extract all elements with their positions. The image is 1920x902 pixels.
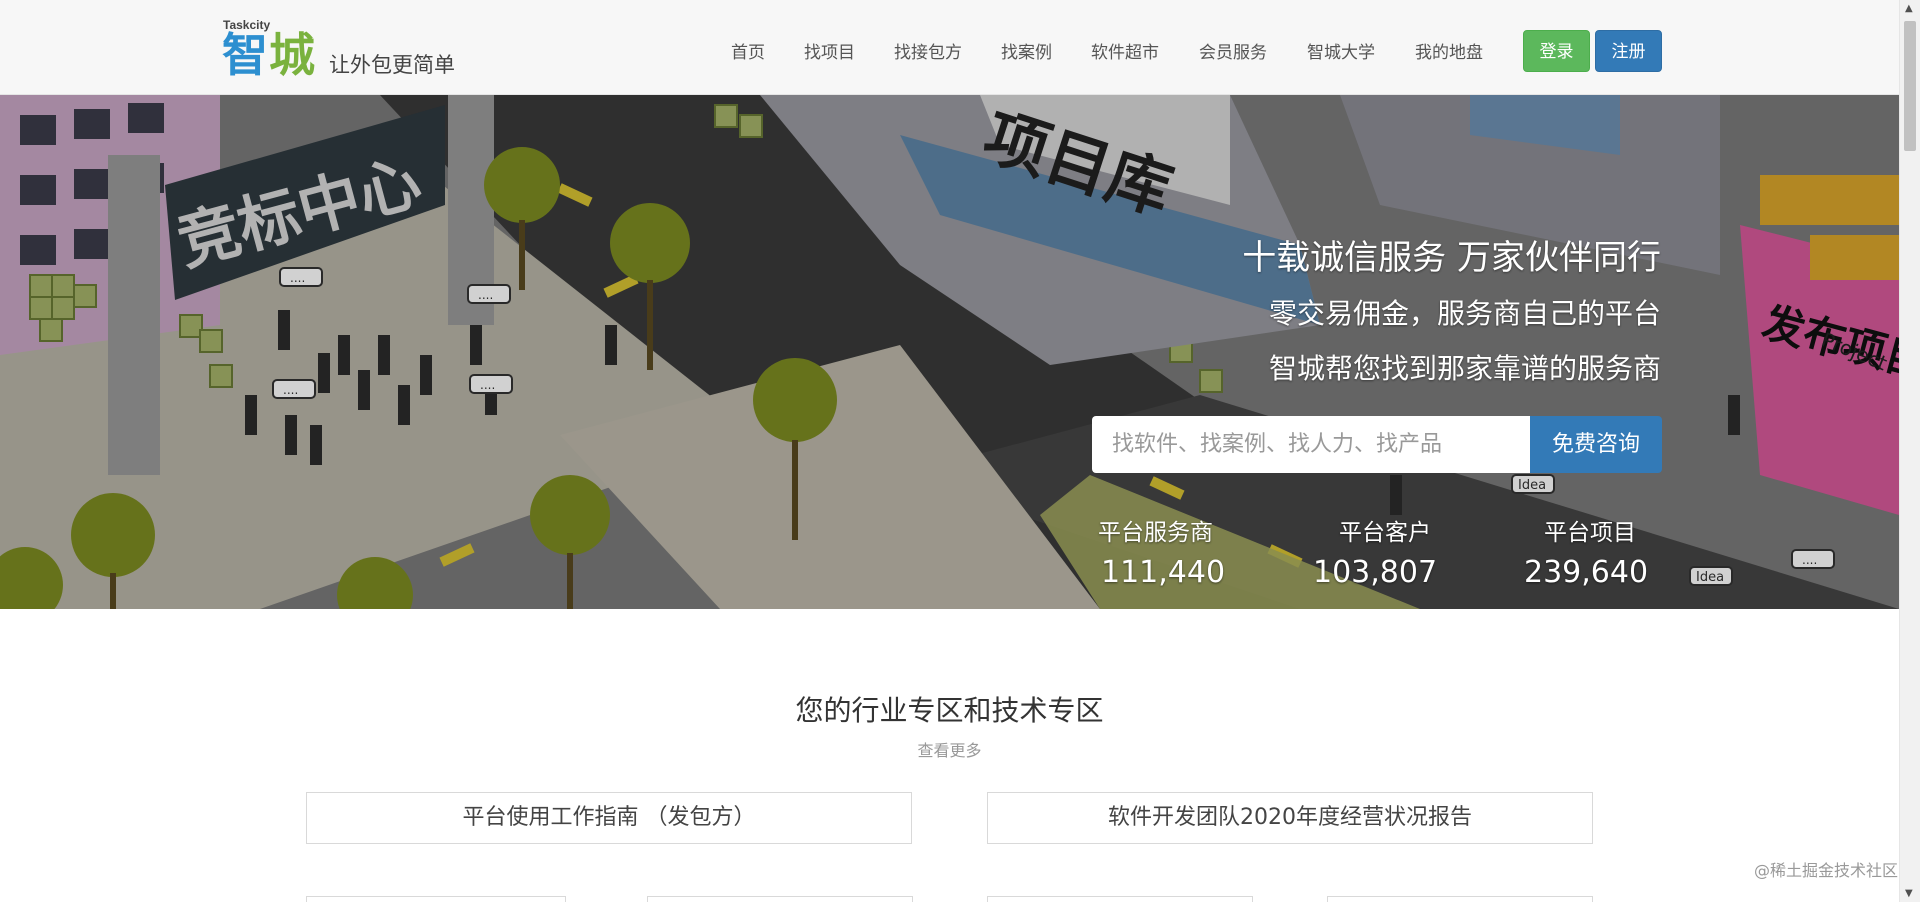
hero-search: 免费咨询 xyxy=(1092,416,1662,473)
site-header: Taskcity 智城 让外包更简单 首页 找项目 找接包方 找案例 软件超市 … xyxy=(0,0,1899,95)
nav-find-contractors[interactable]: 找接包方 xyxy=(894,38,962,63)
stat-projects: 平台项目 239,640 xyxy=(1524,513,1648,590)
stat-value: 103,807 xyxy=(1313,555,1438,590)
card-annual-report[interactable]: 软件开发团队2020年度经营状况报告 xyxy=(987,792,1593,844)
hero-subline-2: 智城帮您找到那家靠谱的服务商 xyxy=(1268,352,1661,385)
login-button[interactable]: 登录 xyxy=(1523,30,1590,72)
see-more-link[interactable]: 查看更多 xyxy=(0,737,1899,761)
stat-label: 平台客户 xyxy=(1339,520,1432,546)
nav-my-territory[interactable]: 我的地盘 xyxy=(1415,38,1483,63)
logo-char-1: 智 xyxy=(222,28,269,82)
site-logo[interactable]: Taskcity 智城 让外包更简单 xyxy=(222,18,482,84)
stat-value: 239,640 xyxy=(1524,555,1649,590)
nav-find-cases[interactable]: 找案例 xyxy=(1001,38,1052,63)
hero-subline-1: 零交易佣金，服务商自己的平台 xyxy=(1268,297,1661,330)
card-peek-1 xyxy=(306,896,566,902)
nav-zhicheng-university[interactable]: 智城大学 xyxy=(1307,38,1375,63)
hero-banner: 竞标中心 .... .... .... .... .... 项目库 发布项目 P… xyxy=(0,95,1899,609)
logo-slogan: 让外包更简单 xyxy=(329,53,455,77)
nav-home[interactable]: 首页 xyxy=(731,38,765,63)
stat-customers: 平台客户 103,807 xyxy=(1313,513,1437,590)
search-input[interactable] xyxy=(1092,416,1530,473)
hero-headline: 十载诚信服务 万家伙伴同行 xyxy=(1242,238,1661,278)
card-platform-guide[interactable]: 平台使用工作指南 （发包方） xyxy=(306,792,912,844)
scroll-down-arrow-icon[interactable]: ▼ xyxy=(1905,888,1913,899)
scrollbar-thumb[interactable] xyxy=(1904,21,1916,151)
logo-wordmark: 智城 xyxy=(222,30,316,80)
nav-member-services[interactable]: 会员服务 xyxy=(1199,38,1267,63)
register-button[interactable]: 注册 xyxy=(1595,30,1662,72)
card-peek-4 xyxy=(1327,896,1593,902)
card-peek-3 xyxy=(987,896,1253,902)
free-consult-button[interactable]: 免费咨询 xyxy=(1530,416,1662,473)
stat-label: 平台服务商 xyxy=(1098,520,1213,546)
page: Taskcity 智城 让外包更简单 首页 找项目 找接包方 找案例 软件超市 … xyxy=(0,0,1920,902)
logo-char-2: 城 xyxy=(269,28,316,82)
stat-providers: 平台服务商 111,440 xyxy=(1098,513,1225,590)
card-peek-2 xyxy=(647,896,913,902)
nav-find-projects[interactable]: 找项目 xyxy=(804,38,855,63)
watermark: @稀土掘金技术社区 xyxy=(1753,861,1898,880)
stat-value: 111,440 xyxy=(1101,555,1226,590)
scroll-up-arrow-icon[interactable]: ▲ xyxy=(1905,3,1913,14)
page-scrollbar[interactable]: ▲ ▼ xyxy=(1899,0,1920,902)
section-title: 您的行业专区和技术专区 xyxy=(795,694,1104,727)
nav-software-market[interactable]: 软件超市 xyxy=(1091,38,1159,63)
stat-label: 平台项目 xyxy=(1544,520,1636,546)
